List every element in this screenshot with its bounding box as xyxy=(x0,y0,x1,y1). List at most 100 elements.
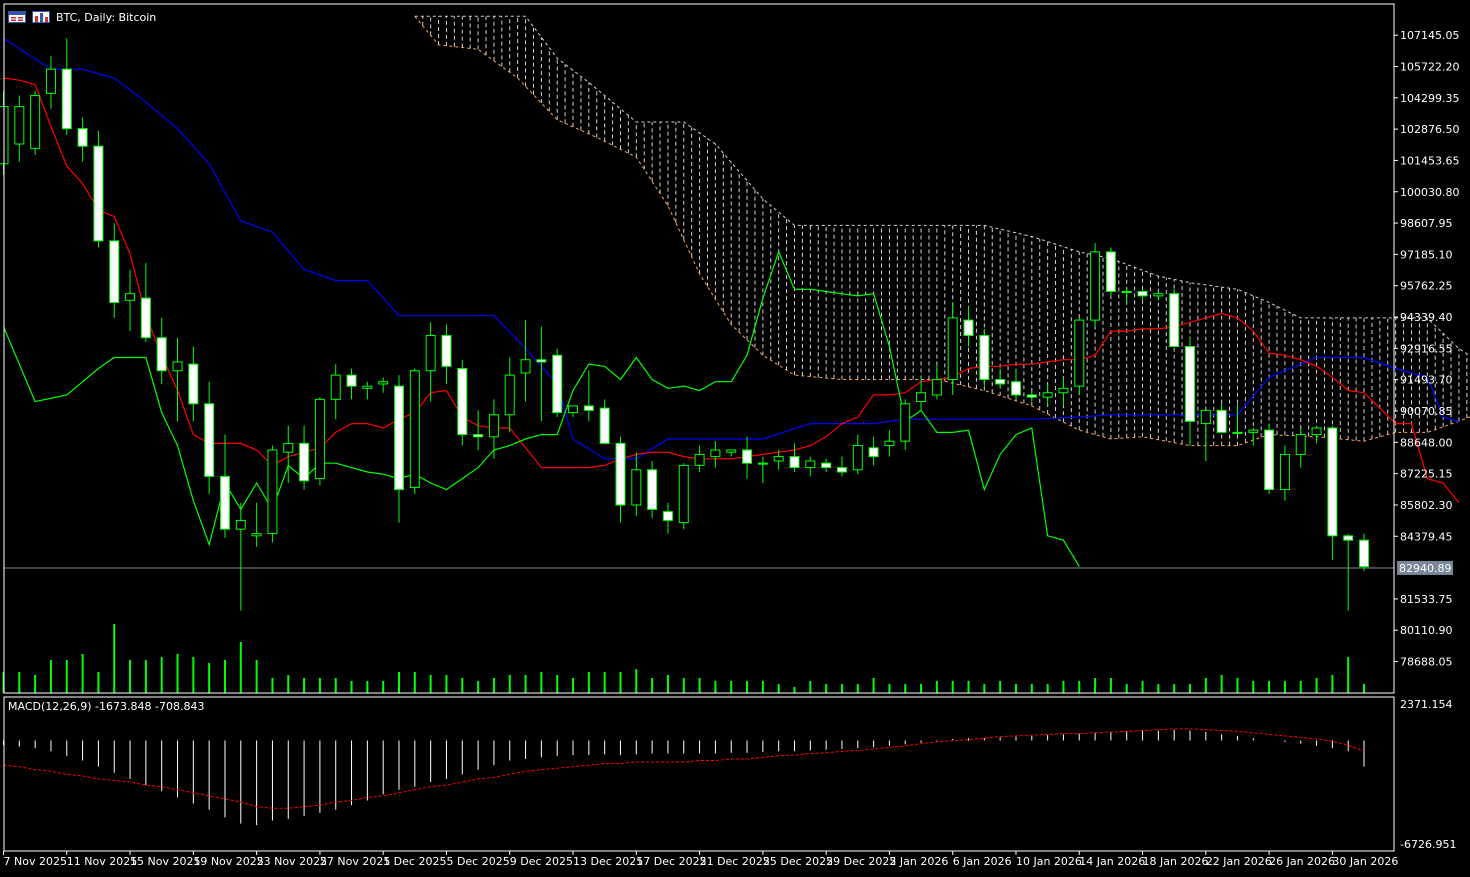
candle[interactable] xyxy=(757,456,768,483)
price-tick-label: 88648.00 xyxy=(1400,436,1453,449)
candle[interactable] xyxy=(1216,403,1227,433)
chart-canvas[interactable]: 107145.05 105722.20 104299.35 102876.50 1014… xyxy=(0,0,1470,873)
candle[interactable] xyxy=(662,502,673,534)
candle[interactable] xyxy=(251,502,262,547)
candle[interactable] xyxy=(441,324,452,384)
candle[interactable] xyxy=(947,302,958,395)
candle[interactable] xyxy=(694,445,705,472)
candle[interactable] xyxy=(61,38,72,136)
candle[interactable] xyxy=(235,502,246,611)
candle[interactable] xyxy=(219,434,230,539)
candle[interactable] xyxy=(1311,425,1322,444)
candle[interactable] xyxy=(1359,533,1370,572)
candle[interactable] xyxy=(93,130,104,248)
candle[interactable] xyxy=(172,337,183,422)
candle[interactable] xyxy=(552,348,563,417)
candle[interactable] xyxy=(1264,423,1275,495)
candle[interactable] xyxy=(125,269,136,332)
candle[interactable] xyxy=(995,368,1006,389)
candle[interactable] xyxy=(1295,427,1306,468)
candle[interactable] xyxy=(520,320,531,402)
candle[interactable] xyxy=(504,357,515,433)
candle[interactable] xyxy=(473,410,484,450)
candle[interactable] xyxy=(425,322,436,402)
candle[interactable] xyxy=(1153,291,1164,301)
candle[interactable] xyxy=(1074,317,1085,395)
candle[interactable] xyxy=(1121,287,1132,303)
candle[interactable] xyxy=(299,425,310,490)
kijun-sen-line xyxy=(3,37,1460,460)
price-tick-label: 85802.30 xyxy=(1400,499,1453,512)
price-tick-label: 100030.80 xyxy=(1400,186,1460,199)
candle[interactable] xyxy=(678,463,689,530)
candle[interactable] xyxy=(394,375,404,523)
candle[interactable] xyxy=(599,399,610,444)
candle[interactable] xyxy=(14,95,25,162)
candle[interactable] xyxy=(1248,427,1259,446)
candle[interactable] xyxy=(1343,533,1354,611)
candle[interactable] xyxy=(710,441,721,468)
candle[interactable] xyxy=(568,405,579,417)
candle[interactable] xyxy=(631,452,642,517)
candle-body xyxy=(488,414,499,438)
candle[interactable] xyxy=(868,436,879,466)
candle[interactable] xyxy=(1026,390,1037,402)
candle[interactable] xyxy=(900,399,911,450)
candle[interactable] xyxy=(314,397,325,486)
candle[interactable] xyxy=(1010,368,1021,400)
candle[interactable] xyxy=(1200,409,1211,461)
candle[interactable] xyxy=(1105,247,1116,296)
candle-body xyxy=(457,368,468,436)
candle-body xyxy=(314,398,325,480)
candle[interactable] xyxy=(1232,403,1243,435)
chart-window[interactable]: 107145.05 105722.20 104299.35 102876.50 1014… xyxy=(0,0,1470,873)
time-axis[interactable]: 7 Nov 2025 11 Nov 202515 Nov 202519 Nov 2… xyxy=(3,851,1399,868)
candle[interactable] xyxy=(457,359,468,446)
candle[interactable] xyxy=(742,436,753,479)
candle[interactable] xyxy=(77,117,88,162)
candle[interactable] xyxy=(916,377,927,411)
candle[interactable] xyxy=(821,458,832,472)
candle[interactable] xyxy=(362,381,373,400)
candle[interactable] xyxy=(140,262,151,343)
candle[interactable] xyxy=(109,223,120,318)
candle[interactable] xyxy=(488,399,499,459)
candle-body xyxy=(916,392,927,403)
candle[interactable] xyxy=(931,364,942,400)
candle[interactable] xyxy=(1058,377,1069,406)
candle[interactable] xyxy=(409,368,420,495)
chart-window-icon[interactable] xyxy=(8,11,26,23)
candle[interactable] xyxy=(789,443,800,472)
candle[interactable] xyxy=(536,326,547,422)
candle[interactable] xyxy=(726,449,737,457)
candle[interactable] xyxy=(583,370,594,422)
candle[interactable] xyxy=(979,328,990,387)
candle[interactable] xyxy=(204,381,215,495)
candle[interactable] xyxy=(1042,383,1053,406)
candle[interactable] xyxy=(963,306,974,347)
time-tick-label: 30 Jan 2026 xyxy=(1332,855,1398,868)
candle[interactable] xyxy=(852,434,863,475)
candle[interactable] xyxy=(805,456,816,477)
price-axis[interactable]: 107145.05 105722.20 104299.35 102876.50 1014… xyxy=(1394,29,1460,851)
candle[interactable] xyxy=(884,430,895,457)
candle[interactable] xyxy=(1327,425,1338,561)
candle[interactable] xyxy=(188,346,199,422)
candle[interactable] xyxy=(836,456,847,477)
candle[interactable] xyxy=(647,460,658,519)
candle[interactable] xyxy=(1185,337,1195,446)
candle[interactable] xyxy=(346,368,357,400)
candle[interactable] xyxy=(615,436,626,523)
candle[interactable] xyxy=(267,445,278,543)
candle[interactable] xyxy=(378,377,389,393)
candle[interactable] xyxy=(1279,445,1290,501)
candle[interactable] xyxy=(30,91,41,156)
candle[interactable] xyxy=(330,364,341,420)
candle[interactable] xyxy=(1169,289,1180,348)
candle[interactable] xyxy=(1090,243,1101,327)
candle[interactable] xyxy=(1137,289,1148,301)
bar-chart-icon[interactable] xyxy=(32,11,50,23)
candle[interactable] xyxy=(156,317,167,384)
candle-body xyxy=(1137,290,1148,297)
candle[interactable] xyxy=(45,55,56,109)
